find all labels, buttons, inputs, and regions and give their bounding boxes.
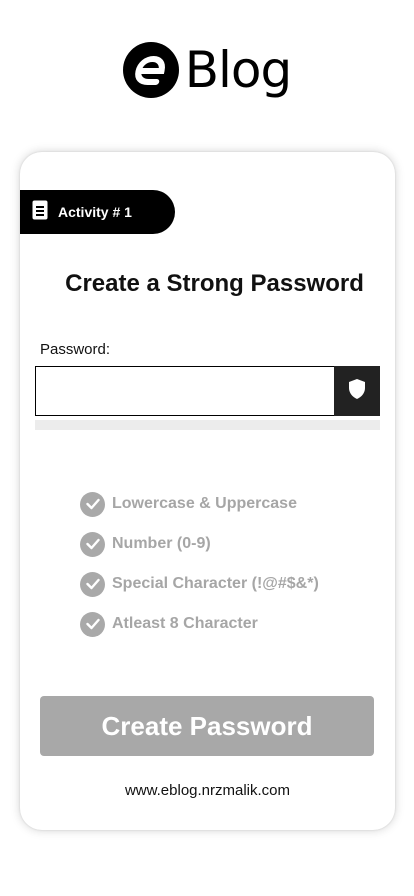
check-circle-icon [80,571,105,597]
requirement-label: Atleast 8 Character [112,615,258,632]
brand-logo: Blog [0,40,414,100]
password-strength-bar [35,420,380,430]
requirement-item: Special Character (!@#$&*) [80,564,319,604]
shield-icon [347,378,367,405]
password-input[interactable] [35,366,334,416]
requirement-item: Atleast 8 Character [80,604,319,644]
requirement-item: Number (0-9) [80,524,319,564]
document-icon [32,200,48,225]
activity-badge: Activity # 1 [20,190,175,234]
password-label: Password: [40,341,111,358]
activity-label: Activity # 1 [58,204,132,220]
create-password-button[interactable]: Create Password [40,696,374,756]
footer-url: www.eblog.nrzmalik.com [124,782,291,799]
requirement-label: Lowercase & Uppercase [112,495,297,512]
password-field-row [35,366,380,416]
requirement-label: Number (0-9) [112,535,211,552]
activity-card: Activity # 1 Create a Strong Password Pa… [20,152,395,830]
requirement-label: Special Character (!@#$&*) [112,575,319,592]
brand-name: Blog [184,41,293,99]
password-visibility-toggle[interactable] [334,366,380,416]
requirements-list: Lowercase & Uppercase Number (0-9) Speci… [80,484,319,644]
check-circle-icon [80,531,105,557]
requirement-item: Lowercase & Uppercase [80,484,319,524]
check-circle-icon [80,611,105,637]
check-circle-icon [80,491,105,517]
eblog-logo-icon [122,42,179,98]
page-title: Create a Strong Password [65,270,364,297]
